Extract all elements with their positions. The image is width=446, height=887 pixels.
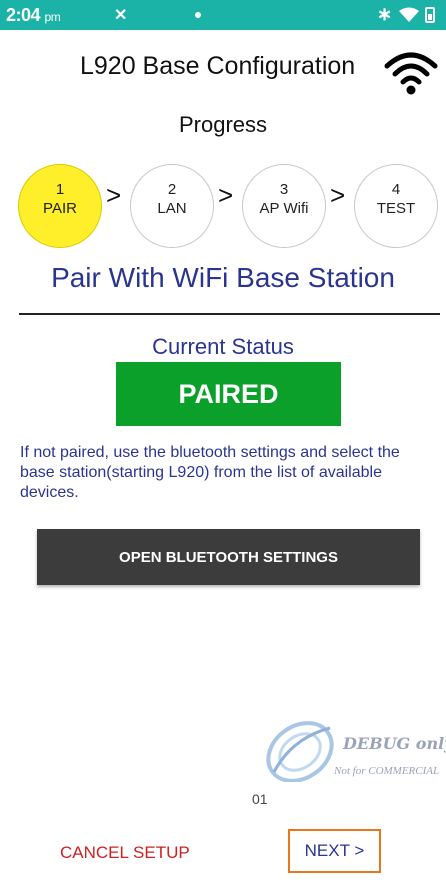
page-number: 01 <box>252 791 268 807</box>
progress-label: Progress <box>178 112 268 137</box>
divider <box>19 313 440 315</box>
missed-call-icon: ✕ <box>114 7 128 24</box>
step-test[interactable]: 4 TEST <box>354 164 438 248</box>
status-badge: PAIRED <box>116 362 341 426</box>
section-heading: Pair With WiFi Base Station <box>51 262 395 293</box>
step-label: LAN <box>157 200 187 217</box>
current-status-label: Current Status <box>152 334 294 359</box>
step-label: PAIR <box>43 200 77 217</box>
step-separator: > <box>330 180 346 210</box>
status-time: 2:04 pm <box>6 5 61 26</box>
status-wifi-icon <box>399 7 419 22</box>
page-title: L920 Base Configuration <box>80 52 356 80</box>
status-ampm: pm <box>44 10 61 24</box>
status-bar: 2:04 pm ✕ ∗ <box>0 0 446 30</box>
battery-icon <box>425 7 435 23</box>
step-separator: > <box>218 180 234 210</box>
bluetooth-icon: ∗ <box>377 4 393 24</box>
cancel-setup-button[interactable]: CANCEL SETUP <box>60 843 190 863</box>
step-label: AP Wifi <box>259 200 309 217</box>
step-separator: > <box>106 180 122 210</box>
debug-watermark-sub: Not for COMMERCIAL <box>334 765 440 777</box>
next-button[interactable]: NEXT > <box>288 829 381 873</box>
notification-dot-icon <box>195 12 201 18</box>
step-label: TEST <box>376 200 416 217</box>
step-pair[interactable]: 1 PAIR <box>18 164 102 248</box>
step-ap-wifi[interactable]: 3 AP Wifi <box>242 164 326 248</box>
status-time-value: 2:04 <box>6 5 41 25</box>
open-bluetooth-settings-button[interactable]: OPEN BLUETOOTH SETTINGS <box>37 529 420 585</box>
step-lan[interactable]: 2 LAN <box>130 164 214 248</box>
step-number: 2 <box>167 181 177 198</box>
step-number: 1 <box>55 181 65 198</box>
wifi-icon <box>384 52 438 95</box>
instructions-text: If not paired, use the bluetooth setting… <box>20 444 400 501</box>
debug-watermark: DEBUG only <box>343 734 446 753</box>
step-number: 4 <box>391 181 401 198</box>
step-number: 3 <box>279 181 289 198</box>
